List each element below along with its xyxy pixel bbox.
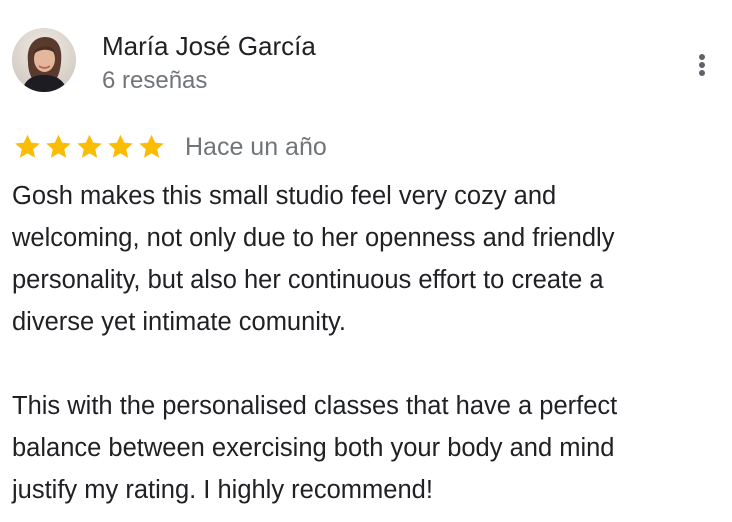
user-avatar-photo-icon xyxy=(12,28,76,92)
star-icon xyxy=(108,134,133,158)
author-name[interactable]: María José García xyxy=(102,30,316,62)
review-line: justify my rating. I highly recommend! xyxy=(12,476,433,504)
star-rating xyxy=(12,132,167,162)
review-card: María José García 6 reseñas Hace un año … xyxy=(0,0,732,522)
review-paragraph-2: This with the personalised classes that … xyxy=(12,385,724,511)
star-icon xyxy=(15,134,40,158)
review-paragraph-1: Gosh makes this small studio feel very c… xyxy=(12,175,724,343)
review-line: diverse yet intimate comunity. xyxy=(12,308,346,336)
review-line: personality, but also her continuous eff… xyxy=(12,266,604,294)
author-review-count[interactable]: 6 reseñas xyxy=(102,66,207,96)
star-icon xyxy=(139,134,164,158)
author-avatar[interactable] xyxy=(12,28,76,92)
review-line: This with the personalised classes that … xyxy=(12,392,618,420)
review-line: Gosh makes this small studio feel very c… xyxy=(12,182,557,210)
review-line: balance between exercising both your bod… xyxy=(12,434,615,462)
review-date: Hace un año xyxy=(185,133,327,161)
star-icon xyxy=(46,134,71,158)
rating-row: Hace un año xyxy=(12,130,327,164)
review-text: Gosh makes this small studio feel very c… xyxy=(12,175,724,511)
review-line: welcoming, not only due to her openness … xyxy=(12,224,615,252)
star-icon xyxy=(77,134,102,158)
more-options-button[interactable] xyxy=(690,50,714,80)
